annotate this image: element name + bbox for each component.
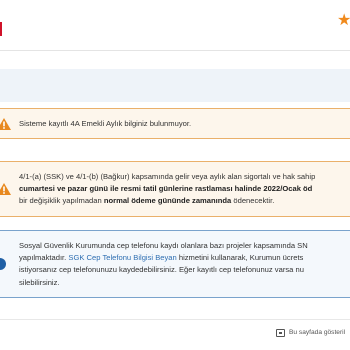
alert-line: ödenecektir.: [231, 196, 275, 206]
alert-bold-text: normal ödeme gününde zamanında: [103, 196, 232, 206]
header-divider: [0, 50, 350, 51]
alert-text: Sosyal Güvenlik Kurumunda cep telefonu k…: [19, 240, 350, 289]
warning-icon: [0, 183, 11, 195]
alert-text: 4/1-(a) (SSK) ve 4/1-(b) (Bağkur) kapsam…: [19, 171, 350, 208]
page-icon: [276, 329, 285, 337]
alert-line: Sosyal Güvenlik Kurumunda cep telefonu k…: [19, 241, 308, 250]
alert-line: silebilirsiniz.: [19, 277, 60, 287]
page-footer: Bu sayfada gösteril: [0, 319, 350, 350]
alert-line: yapılmaktadır.: [19, 253, 69, 263]
page-header: ★: [0, 0, 350, 51]
phone-declaration-link[interactable]: SGK Cep Telefonu Bilgisi Beyan: [68, 253, 176, 262]
warning-icon: [0, 118, 11, 130]
title-band: [0, 69, 350, 102]
alert-line: istiyorsanız cep telefonunuzu kaydedebil…: [19, 265, 304, 275]
star-icon[interactable]: ★: [337, 13, 350, 29]
alert-line: 4/1-(a) (SSK) ve 4/1-(b) (Bağkur) kapsam…: [19, 172, 316, 181]
brand-logo-edge: [0, 22, 2, 36]
info-icon: [0, 258, 6, 270]
alert-line: hizmetini kullanarak, Kurumun ücrets: [176, 253, 304, 263]
alert-text: Sisteme kayıtlı 4A Emekli Aylık bilginiz…: [19, 119, 192, 128]
alert-phone-info: Sosyal Güvenlik Kurumunda cep telefonu k…: [0, 230, 350, 298]
alert-payment-date: 4/1-(a) (SSK) ve 4/1-(b) (Bağkur) kapsam…: [0, 161, 350, 217]
alert-line: bir değişiklik yapılmadan: [19, 196, 104, 206]
footer-divider: [0, 319, 350, 320]
alert-bold-text: cumartesi ve pazar günü ile resmi tatil …: [19, 184, 313, 194]
footer-text: Bu sayfada gösteril: [289, 329, 346, 336]
alert-no-pension-info: Sisteme kayıtlı 4A Emekli Aylık bilginiz…: [0, 108, 350, 139]
